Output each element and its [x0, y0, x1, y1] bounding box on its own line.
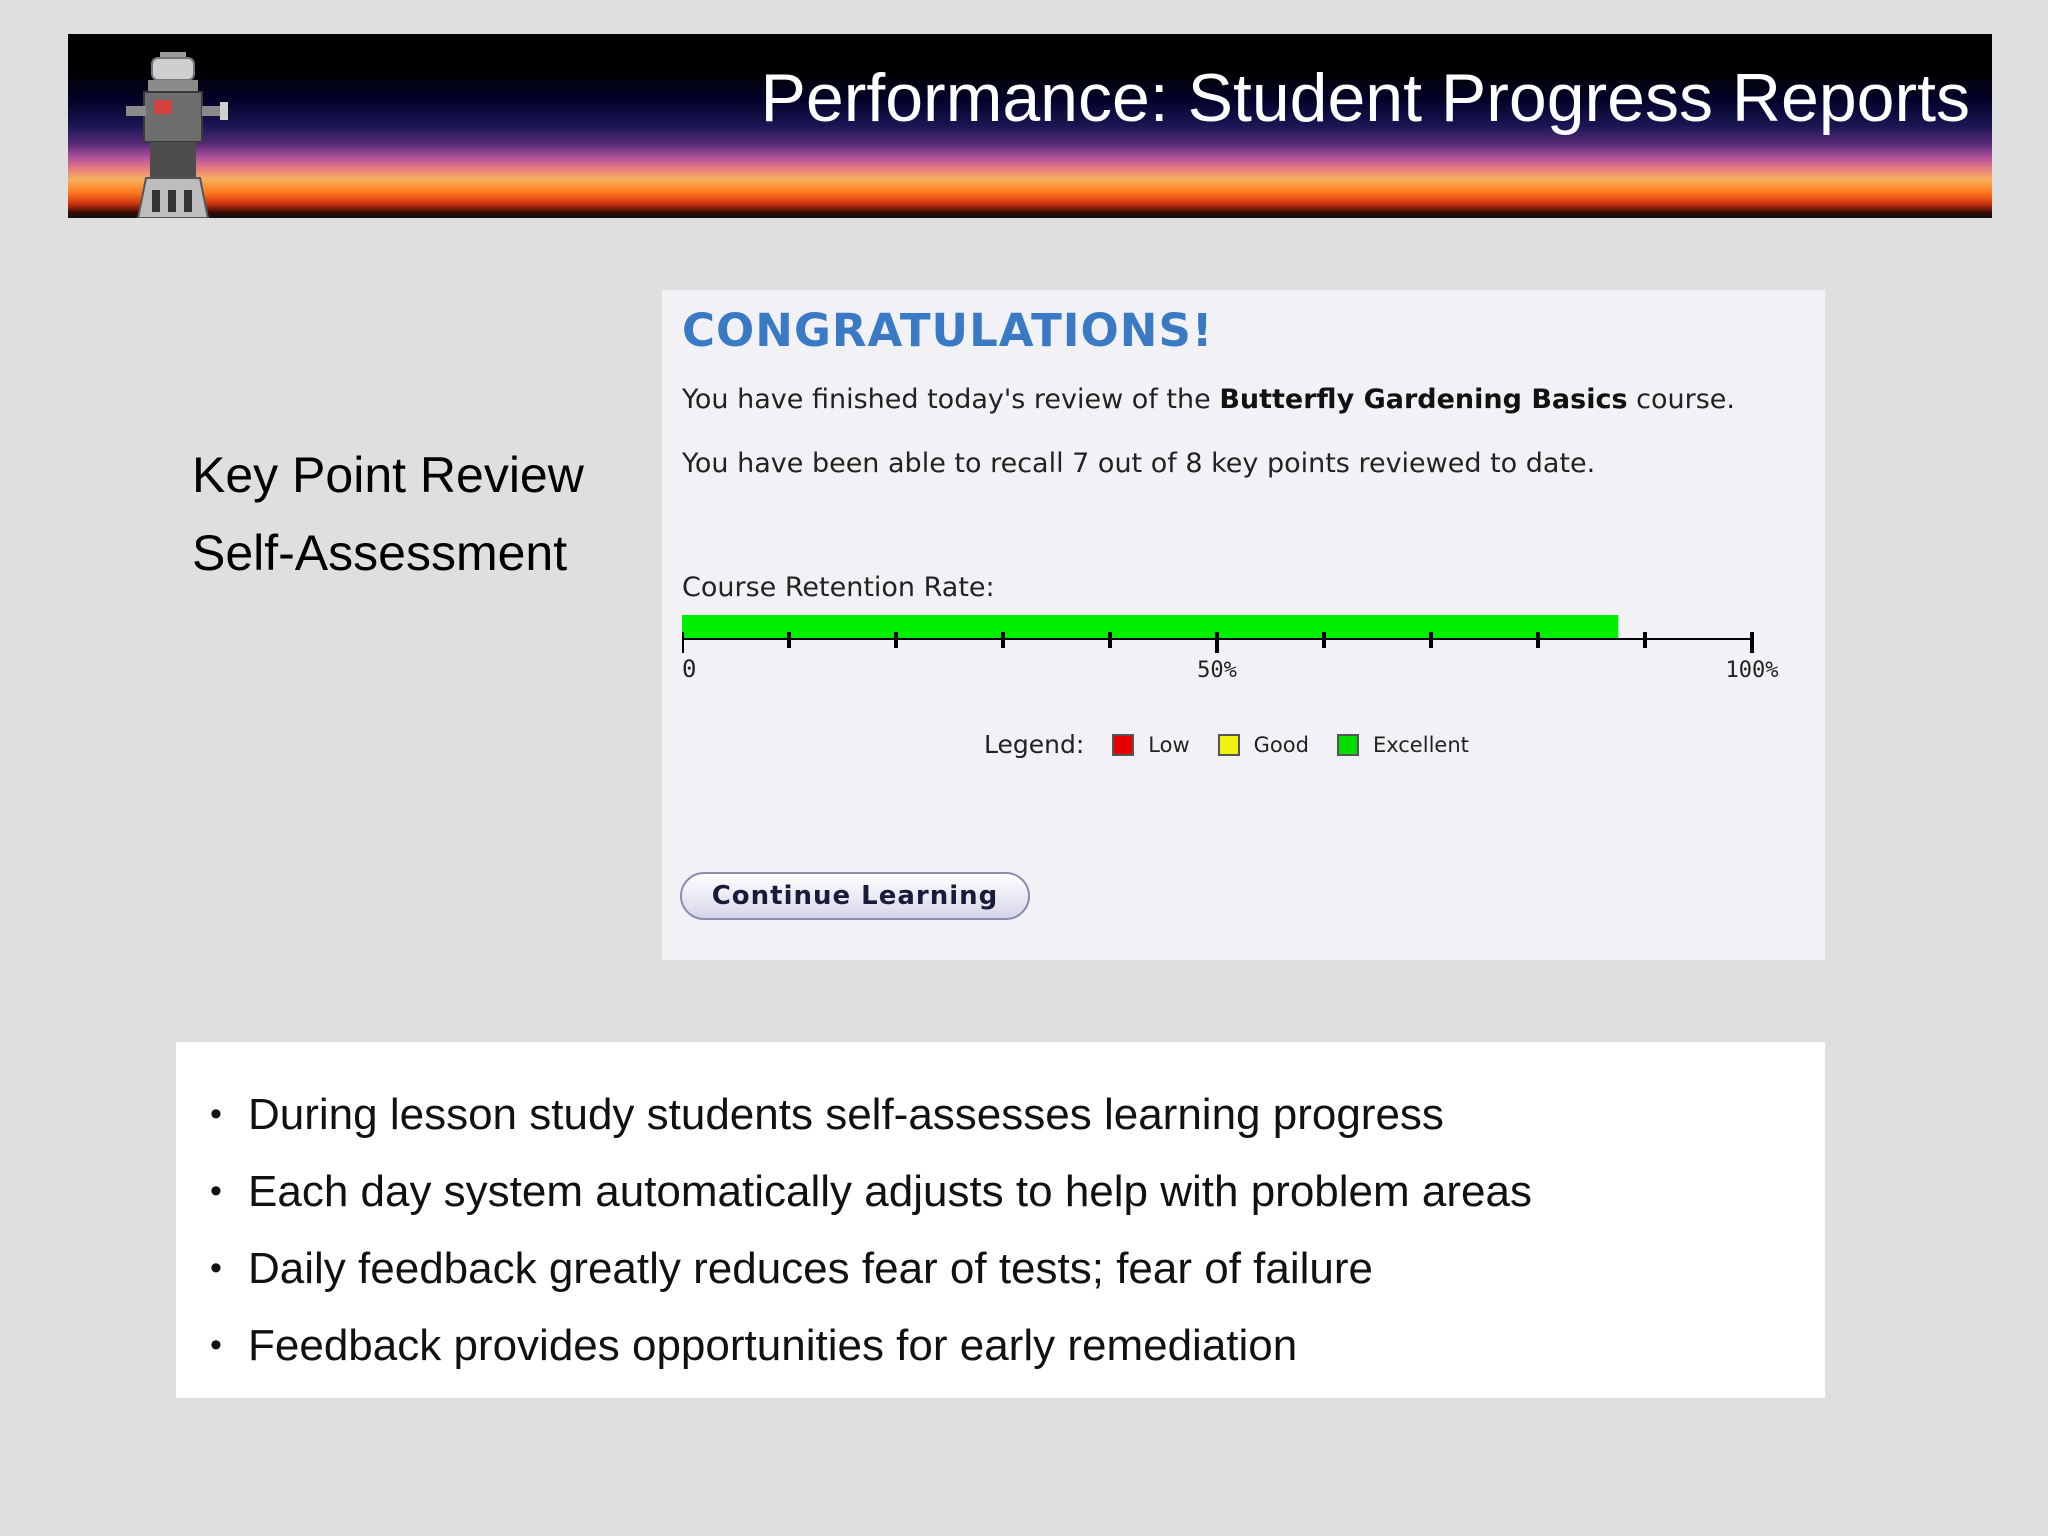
retention-rate-bar: 0 50% 100% — [682, 615, 1779, 683]
bullet-text: During lesson study students self-assess… — [248, 1090, 1444, 1139]
bullet-list: • During lesson study students self-asses… — [176, 1042, 1825, 1384]
legend-item-low: Low — [1112, 732, 1190, 757]
bullet-text: Each day system automatically adjusts to… — [248, 1167, 1532, 1216]
scale-label-max: 100% — [1726, 658, 1779, 683]
bullet-item: • Feedback provides opportunities for ear… — [210, 1307, 1825, 1384]
legend-swatch-good — [1217, 733, 1240, 756]
bullet-text: Feedback provides opportunities for earl… — [248, 1321, 1298, 1370]
continue-learning-button[interactable]: Continue Learning — [680, 872, 1030, 920]
legend: Legend: Low Good Excellent — [984, 730, 1497, 759]
finished-review-message: You have finished today's review of the … — [682, 384, 1735, 415]
side-labels: Key Point Review Self-Assessment — [192, 436, 584, 592]
scale-label-mid: 50% — [1197, 658, 1237, 683]
finished-suffix: course. — [1627, 384, 1735, 415]
bullet-dot-icon: • — [210, 1249, 222, 1287]
legend-text-low: Low — [1148, 732, 1190, 757]
bullet-dot-icon: • — [210, 1172, 222, 1210]
retention-fill — [682, 615, 1619, 639]
header-banner: Performance: Student Progress Reports — [68, 34, 1992, 218]
robot-logo-icon — [126, 52, 228, 218]
bullet-dot-icon: • — [210, 1095, 222, 1133]
course-name: Butterfly Gardening Basics — [1219, 384, 1628, 415]
page-title: Performance: Student Progress Reports — [760, 60, 1970, 136]
bullet-text: Daily feedback greatly reduces fear of t… — [248, 1244, 1374, 1293]
finished-prefix: You have finished today's review of the — [682, 384, 1220, 415]
bullet-item: • Each day system automatically adjusts t… — [210, 1153, 1825, 1230]
legend-text-excellent: Excellent — [1372, 732, 1469, 757]
congratulations-heading: CONGRATULATIONS! — [682, 304, 1214, 357]
legend-swatch-low — [1112, 733, 1135, 756]
bullet-list-box: • During lesson study students self-asses… — [176, 1042, 1825, 1398]
legend-item-good: Good — [1217, 732, 1309, 757]
legend-item-excellent: Excellent — [1336, 732, 1469, 757]
bullet-item: • Daily feedback greatly reduces fear of … — [210, 1230, 1825, 1307]
retention-rate-label: Course Retention Rate: — [682, 572, 995, 603]
legend-text-good: Good — [1253, 732, 1309, 757]
progress-report-panel: CONGRATULATIONS! You have finished today… — [662, 290, 1825, 960]
scale-label-min: 0 — [682, 655, 696, 683]
bullet-dot-icon: • — [210, 1326, 222, 1364]
key-point-review-label: Key Point Review — [192, 447, 584, 503]
bullet-item: • During lesson study students self-asses… — [210, 1076, 1825, 1153]
legend-swatch-excellent — [1336, 733, 1359, 756]
self-assessment-label: Self-Assessment — [192, 525, 568, 581]
legend-label: Legend: — [984, 730, 1085, 759]
recall-message: You have been able to recall 7 out of 8 … — [682, 448, 1596, 479]
